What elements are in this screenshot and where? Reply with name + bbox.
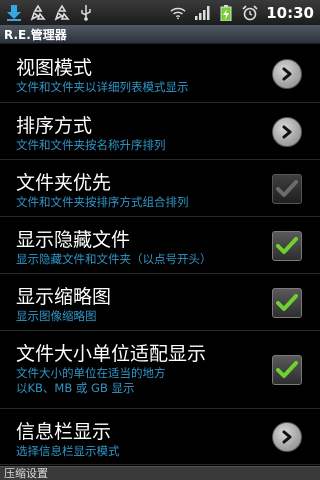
preference-summary: 显示隐藏文件和文件夹（以点号开头） — [16, 252, 212, 266]
status-bar-notifications — [6, 4, 94, 21]
preference-row[interactable]: 视图模式 文件和文件夹以详细列表模式显示 — [0, 45, 320, 103]
chevron-right-icon — [272, 59, 302, 89]
checkmark-icon — [276, 361, 298, 378]
status-bar-system: 10:30 — [170, 4, 314, 22]
preference-title: 显示隐藏文件 — [16, 229, 131, 251]
preference-row[interactable]: 信息栏显示 选择信息栏显示模式 — [0, 409, 320, 465]
preference-summary: 文件和文件夹按名称升序排列 — [16, 138, 166, 152]
recycle-icon — [54, 4, 70, 21]
status-bar: 10:30 — [0, 0, 320, 25]
chevron-right-icon — [272, 422, 302, 452]
preference-title: 文件夹优先 — [16, 172, 112, 194]
preference-summary: 文件大小的单位在适当的地方 — [16, 366, 166, 380]
app-title: R.E.管理器 — [0, 25, 320, 44]
preference-summary: 显示图像缩略图 — [16, 309, 97, 323]
checkbox — [272, 174, 302, 204]
chevron-right-button[interactable] — [272, 117, 302, 147]
chevron-right-button[interactable] — [272, 59, 302, 89]
preference-title: 视图模式 — [16, 57, 93, 79]
preference-row[interactable]: 文件夹优先 文件和文件夹按排序方式组合排列 — [0, 160, 320, 217]
signal-icon — [194, 5, 210, 21]
checkbox[interactable] — [272, 231, 302, 261]
preference-row[interactable]: 显示缩略图 显示图像缩略图 — [0, 274, 320, 331]
preference-row[interactable]: 排序方式 文件和文件夹按名称升序排列 — [0, 103, 320, 160]
preference-summary: 以KB、MB 或 GB 显示 — [16, 381, 135, 395]
download-icon — [6, 4, 22, 21]
checkbox[interactable] — [272, 288, 302, 318]
checkmark-icon — [276, 237, 298, 254]
checkmark-icon — [276, 294, 298, 311]
category-header-compression: 压缩设置 — [0, 466, 320, 480]
preference-list: 视图模式 文件和文件夹以详细列表模式显示 排序方式 文件和文件夹按名称升序排列 文件夹优… — [0, 45, 320, 465]
preference-row[interactable]: 显示隐藏文件 显示隐藏文件和文件夹（以点号开头） — [0, 217, 320, 274]
preference-summary: 文件和文件夹以详细列表模式显示 — [16, 80, 189, 94]
preference-title: 信息栏显示 — [16, 421, 112, 443]
preference-summary: 文件和文件夹按排序方式组合排列 — [16, 195, 189, 209]
chevron-right-icon — [272, 117, 302, 147]
preference-title: 文件大小单位适配显示 — [16, 343, 207, 365]
alarm-icon — [242, 4, 258, 21]
usb-icon — [78, 4, 94, 21]
status-bar-clock: 10:30 — [266, 3, 314, 22]
preference-title: 排序方式 — [16, 115, 93, 137]
recycle-icon — [30, 4, 46, 21]
preference-summary: 选择信息栏显示模式 — [16, 444, 120, 458]
checkbox[interactable] — [272, 355, 302, 385]
chevron-right-button[interactable] — [272, 422, 302, 452]
preference-title: 显示缩略图 — [16, 286, 112, 308]
checkmark-icon — [276, 180, 298, 197]
preference-row[interactable]: 文件大小单位适配显示 文件大小的单位在适当的地方 以KB、MB 或 GB 显示 — [0, 331, 320, 409]
battery-icon — [218, 4, 234, 21]
wifi-icon — [170, 5, 186, 21]
